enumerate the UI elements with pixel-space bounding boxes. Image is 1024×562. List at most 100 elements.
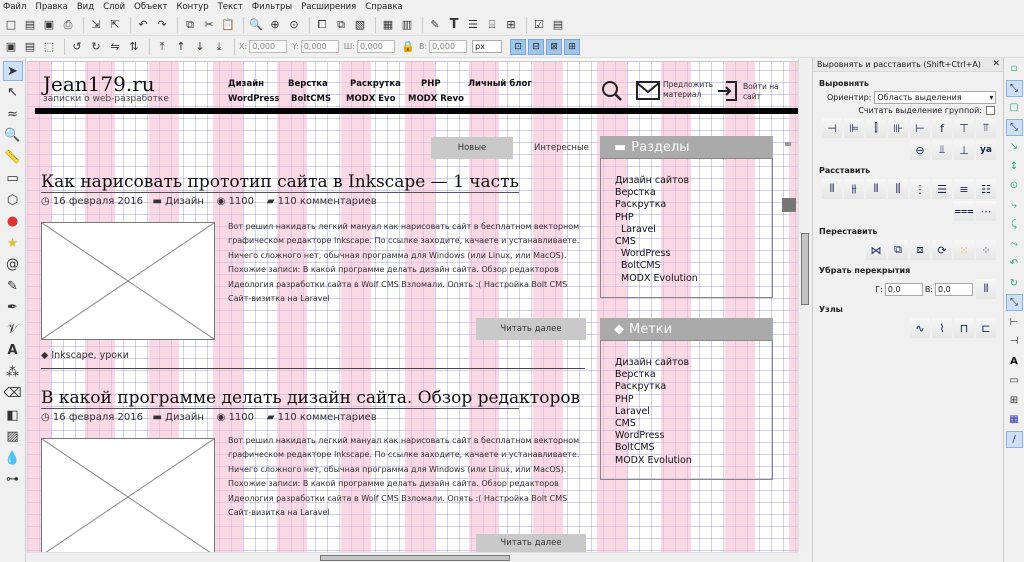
select-all-icon[interactable]: ▣ bbox=[3, 39, 19, 55]
snap-grid-icon[interactable]: ⊞ bbox=[1006, 392, 1023, 409]
y-field[interactable]: Y: 0,000 bbox=[292, 40, 339, 53]
scale-radii-toggle[interactable]: ⊟ bbox=[528, 38, 545, 55]
menu-edit[interactable]: Правка bbox=[35, 2, 67, 12]
new-document-icon[interactable]: □ bbox=[3, 17, 19, 33]
width-input[interactable]: 0,000 bbox=[356, 40, 395, 53]
distribute-baseline-h-icon[interactable]: ⋮ bbox=[910, 179, 930, 199]
align-nodes-h-icon[interactable]: ∿ bbox=[910, 318, 930, 338]
flip-horizontal-icon[interactable]: ⇋ bbox=[107, 39, 123, 55]
export-icon[interactable]: ⇱ bbox=[107, 17, 123, 33]
menu-layer[interactable]: Слой bbox=[103, 2, 125, 12]
scale-stroke-toggle[interactable]: ⊡ bbox=[510, 38, 527, 55]
3d-box-tool-icon[interactable]: ⬡ bbox=[3, 190, 23, 210]
tweak-tool-icon[interactable]: ≈ bbox=[3, 104, 23, 124]
eraser-tool-icon[interactable]: ⌫ bbox=[3, 384, 23, 404]
align-text-baseline-icon[interactable]: ya bbox=[976, 140, 996, 160]
ungroup-icon[interactable]: ▥ bbox=[399, 17, 415, 33]
snap-bbox-center-icon[interactable]: ⊙ bbox=[1006, 177, 1023, 194]
selector-tool-icon[interactable]: ➤ bbox=[2, 61, 23, 81]
distribute-nodes-v-icon[interactable]: ⊏ bbox=[976, 318, 996, 338]
h-gap-input[interactable]: 0,0 bbox=[884, 282, 923, 296]
y-input[interactable]: 0,000 bbox=[300, 40, 339, 53]
menu-extensions[interactable]: Расширения bbox=[301, 2, 356, 12]
x-field[interactable]: X: 0,000 bbox=[239, 40, 288, 53]
center-vertical-icon[interactable]: ⫿ bbox=[866, 118, 886, 138]
open-icon[interactable]: ▤ bbox=[22, 17, 38, 33]
distribute-nodes-h-icon[interactable]: ⊓ bbox=[954, 318, 974, 338]
exchange-clockwise-icon[interactable]: ⟳ bbox=[932, 240, 952, 260]
duplicate-icon[interactable]: ⧠ bbox=[314, 17, 330, 33]
distribute-gaps-h-icon[interactable]: ⫼ bbox=[888, 179, 908, 199]
paste-icon[interactable]: 📋 bbox=[220, 17, 236, 33]
select-all-layers-icon[interactable]: ▤ bbox=[22, 39, 38, 55]
layers-icon[interactable]: ☰ bbox=[465, 17, 481, 33]
center-horizontal-icon[interactable]: ⊖ bbox=[910, 140, 930, 160]
menu-filters[interactable]: Фильтры bbox=[252, 2, 292, 12]
snap-smooth-nodes-icon[interactable]: ↶ bbox=[1006, 255, 1023, 272]
move-patterns-toggle[interactable]: ⊞ bbox=[564, 38, 581, 55]
snap-bbox-corner-icon[interactable]: ↘ bbox=[1006, 138, 1023, 155]
print-icon[interactable]: ⎙ bbox=[60, 17, 76, 33]
distribute-center-h-icon[interactable]: ⫵ bbox=[844, 179, 864, 199]
align-bottom-edge-icon[interactable]: ⊤ bbox=[954, 118, 974, 138]
distribute-baseline-v-icon[interactable]: ⋯ bbox=[976, 201, 996, 221]
vertical-scroll-thumb[interactable] bbox=[801, 233, 809, 305]
menu-help[interactable]: Справка bbox=[365, 2, 402, 12]
snap-nodes-icon[interactable]: ⤷ bbox=[1006, 197, 1023, 214]
snap-midpoints-icon[interactable]: ↻ bbox=[1006, 275, 1023, 292]
menu-path[interactable]: Контур bbox=[176, 2, 208, 12]
zoom-page-icon[interactable]: ⊙ bbox=[286, 17, 302, 33]
calligraphy-tool-icon[interactable]: 𝒱 bbox=[3, 319, 23, 339]
horizontal-scrollbar[interactable] bbox=[27, 552, 798, 562]
panel-menu-icon[interactable]: ▫ bbox=[1006, 60, 1023, 77]
snap-rotation-center-icon[interactable]: ⊢ bbox=[1006, 314, 1023, 331]
align-right-icon[interactable]: ⊪ bbox=[888, 118, 908, 138]
exchange-z-order-icon[interactable]: ⧈ bbox=[910, 240, 930, 260]
distribute-gaps-v-icon[interactable]: ⩶ bbox=[954, 201, 974, 221]
raise-icon[interactable]: ↑ bbox=[173, 39, 189, 55]
align-left-edge-icon[interactable]: ⊢ bbox=[910, 118, 930, 138]
align-left-icon[interactable]: ⊫ bbox=[844, 118, 864, 138]
align-nodes-v-icon[interactable]: ⌇ bbox=[932, 318, 952, 338]
flip-vertical-icon[interactable]: ⇅ bbox=[126, 39, 142, 55]
menu-file[interactable]: Файл bbox=[3, 2, 26, 12]
width-field[interactable]: Ш: 0,000 bbox=[344, 40, 395, 53]
randomize-icon[interactable]: ⁙ bbox=[954, 240, 974, 260]
import-icon[interactable]: ⇲ bbox=[88, 17, 104, 33]
text-tool-icon[interactable]: A bbox=[3, 341, 23, 361]
distribute-center-v-icon[interactable]: ≡ bbox=[954, 179, 974, 199]
snap-page-border-icon[interactable]: ▭ bbox=[1006, 372, 1023, 389]
align-top-edge-icon[interactable]: ⊥ bbox=[954, 140, 974, 160]
snap-text-baseline-icon[interactable]: ⊣ bbox=[1006, 333, 1023, 350]
star-tool-icon[interactable]: ★ bbox=[3, 233, 23, 253]
undo-icon[interactable]: ↶ bbox=[135, 17, 151, 33]
distribute-top-icon[interactable]: ☰ bbox=[932, 179, 952, 199]
menu-text[interactable]: Текст bbox=[218, 2, 243, 12]
ellipse-tool-icon[interactable]: ● bbox=[3, 212, 23, 232]
group-checkbox[interactable] bbox=[986, 106, 995, 115]
snap-bbox-midpoint-icon[interactable]: ↕ bbox=[1006, 158, 1023, 175]
snap-enable-icon[interactable]: ⤡ bbox=[1005, 79, 1023, 97]
copy-icon[interactable]: ⧉ bbox=[182, 17, 198, 33]
lower-bottom-icon[interactable]: ⤓ bbox=[211, 39, 227, 55]
unit-select[interactable]: px bbox=[472, 40, 503, 53]
vertical-scrollbar[interactable] bbox=[798, 58, 810, 552]
snap-paths-icon[interactable]: ⤹ bbox=[1006, 216, 1023, 233]
save-icon[interactable]: ▣ bbox=[41, 17, 57, 33]
x-input[interactable]: 0,000 bbox=[249, 40, 288, 53]
dropper-tool-icon[interactable]: 💧 bbox=[3, 448, 23, 468]
text-font-icon[interactable]: T bbox=[446, 17, 462, 33]
horizontal-scroll-thumb[interactable] bbox=[320, 555, 510, 561]
snap-guides-icon[interactable]: / bbox=[1005, 430, 1023, 448]
height-input[interactable]: 0,000 bbox=[429, 40, 468, 53]
xml-editor-icon[interactable]: ⌹ bbox=[484, 17, 500, 33]
pen-tool-icon[interactable]: ✒ bbox=[3, 298, 23, 318]
connector-tool-icon[interactable]: ⊶ bbox=[3, 470, 23, 490]
align-top-icon[interactable]: ⫪ bbox=[976, 118, 996, 138]
group-icon[interactable]: ▦ bbox=[380, 17, 396, 33]
document-properties-icon[interactable]: ▤ bbox=[550, 17, 566, 33]
paint-bucket-tool-icon[interactable]: ◧ bbox=[3, 405, 23, 425]
snap-intersections-icon[interactable]: ⤳ bbox=[1006, 236, 1023, 253]
measure-tool-icon[interactable]: 📏 bbox=[3, 147, 23, 167]
raise-top-icon[interactable]: ⤒ bbox=[154, 39, 170, 55]
